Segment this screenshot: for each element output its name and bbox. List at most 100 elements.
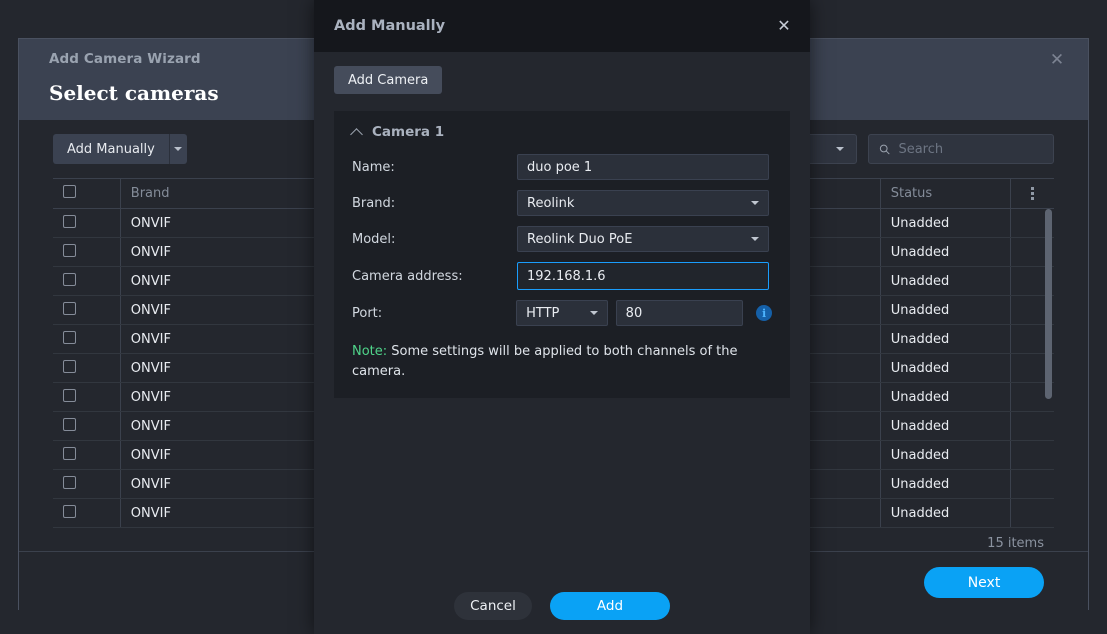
note-body: Some settings will be applied to both ch… (352, 344, 738, 379)
cell-status: Unadded (879, 411, 1011, 441)
modal-title-text: Add Manually (334, 18, 446, 34)
row-checkbox[interactable] (63, 359, 76, 373)
model-select-value: Reolink Duo PoE (527, 231, 633, 247)
camera-1-panel: Camera 1 Name: duo poe 1 Brand: Reolink … (334, 111, 790, 398)
port-number-field[interactable]: 80 (615, 300, 744, 326)
close-icon[interactable]: ✕ (1042, 45, 1072, 75)
cell-brand: ONVIF (119, 382, 303, 412)
cell-options (1010, 469, 1054, 499)
add-manually-dropdown-toggle[interactable] (168, 134, 187, 164)
brand-label: Brand: (352, 195, 396, 211)
note-text: Note: Some settings will be applied to b… (334, 336, 764, 382)
search-box[interactable] (868, 134, 1054, 164)
row-select-cell (53, 353, 121, 383)
note-prefix: Note: (352, 344, 388, 359)
row-select-cell (53, 266, 121, 296)
row-checkbox[interactable] (63, 388, 76, 402)
cell-status: Unadded (879, 440, 1011, 470)
column-header-brand[interactable]: Brand (119, 178, 303, 209)
row-checkbox[interactable] (63, 446, 76, 460)
next-button[interactable]: Next (924, 567, 1044, 598)
row-checkbox[interactable] (63, 243, 76, 257)
kebab-menu-icon[interactable] (1021, 187, 1044, 200)
modal-body: Add Camera Camera 1 Name: duo poe 1 Bran… (314, 52, 810, 578)
add-manually-button[interactable]: Add Manually (53, 134, 169, 164)
row-select-cell (53, 440, 121, 470)
camera-address-field[interactable]: 192.168.1.6 (517, 262, 769, 290)
field-row-port: Port: HTTP 80 i (334, 300, 790, 326)
cell-status: Unadded (879, 295, 1011, 325)
cell-status: Unadded (879, 382, 1011, 412)
cell-brand: ONVIF (119, 469, 303, 499)
field-row-name: Name: duo poe 1 (334, 154, 790, 180)
row-select-cell (53, 237, 121, 267)
row-checkbox[interactable] (63, 214, 76, 228)
cell-options (1010, 411, 1054, 441)
chevron-down-icon (751, 201, 759, 205)
cell-status: Unadded (879, 208, 1011, 238)
cell-status: Unadded (879, 324, 1011, 354)
row-checkbox[interactable] (63, 301, 76, 315)
row-select-cell (53, 382, 121, 412)
row-checkbox[interactable] (63, 475, 76, 489)
cell-brand: ONVIF (119, 440, 303, 470)
chevron-down-icon (836, 147, 844, 151)
name-label: Name: (352, 159, 395, 175)
chevron-down-icon (751, 237, 759, 241)
camera-1-collapse-header[interactable]: Camera 1 (334, 124, 790, 140)
cell-options (1010, 440, 1054, 470)
add-manually-modal: Add Manually ✕ Add Camera Camera 1 Name:… (314, 0, 810, 634)
row-checkbox[interactable] (63, 330, 76, 344)
field-row-camera-address: Camera address: 192.168.1.6 (334, 262, 790, 290)
add-manually-split-button[interactable]: Add Manually (53, 134, 187, 164)
table-vertical-scrollbar[interactable] (1045, 209, 1052, 399)
model-label: Model: (352, 231, 396, 247)
cell-brand: ONVIF (119, 353, 303, 383)
cell-status: Unadded (879, 498, 1011, 528)
chevron-down-icon (589, 311, 598, 315)
row-checkbox[interactable] (63, 417, 76, 431)
cell-brand: ONVIF (119, 295, 303, 325)
cell-brand: ONVIF (119, 324, 303, 354)
cell-status: Unadded (879, 353, 1011, 383)
select-all-checkbox[interactable] (63, 185, 76, 198)
cell-options (1010, 498, 1054, 528)
brand-select-value: Reolink (527, 195, 575, 211)
row-select-cell (53, 324, 121, 354)
add-button[interactable]: Add (550, 592, 670, 620)
camera-1-label: Camera 1 (372, 124, 445, 140)
row-checkbox[interactable] (63, 272, 76, 286)
cell-brand: ONVIF (119, 237, 303, 267)
row-checkbox[interactable] (63, 504, 76, 518)
cell-status: Unadded (879, 237, 1011, 267)
port-protocol-value: HTTP (526, 305, 560, 321)
cell-brand: ONVIF (119, 266, 303, 296)
model-select[interactable]: Reolink Duo PoE (517, 226, 769, 252)
info-icon[interactable]: i (756, 305, 772, 321)
name-field[interactable]: duo poe 1 (517, 154, 769, 180)
search-input[interactable] (898, 141, 1043, 157)
port-protocol-select[interactable]: HTTP (516, 300, 608, 326)
cell-brand: ONVIF (119, 411, 303, 441)
brand-select[interactable]: Reolink (517, 190, 769, 216)
modal-footer: Cancel Add (314, 578, 810, 634)
column-header-status[interactable]: Status (879, 178, 1011, 209)
close-icon[interactable]: ✕ (772, 14, 796, 38)
modal-titlebar: Add Manually ✕ (314, 0, 810, 52)
row-select-cell (53, 208, 121, 238)
cell-status: Unadded (879, 469, 1011, 499)
camera-address-label: Camera address: (352, 268, 463, 284)
add-camera-button[interactable]: Add Camera (334, 66, 443, 94)
cell-brand: ONVIF (119, 208, 303, 238)
search-icon (879, 144, 890, 154)
select-all-header (53, 178, 121, 209)
chevron-down-icon (174, 147, 183, 151)
row-select-cell (53, 295, 121, 325)
field-row-brand: Brand: Reolink (334, 190, 790, 216)
cell-brand: ONVIF (119, 498, 303, 528)
column-options-header[interactable] (1010, 178, 1054, 209)
chevron-up-icon[interactable] (352, 129, 362, 135)
cancel-button[interactable]: Cancel (454, 592, 532, 620)
row-select-cell (53, 498, 121, 528)
port-label: Port: (352, 305, 383, 321)
